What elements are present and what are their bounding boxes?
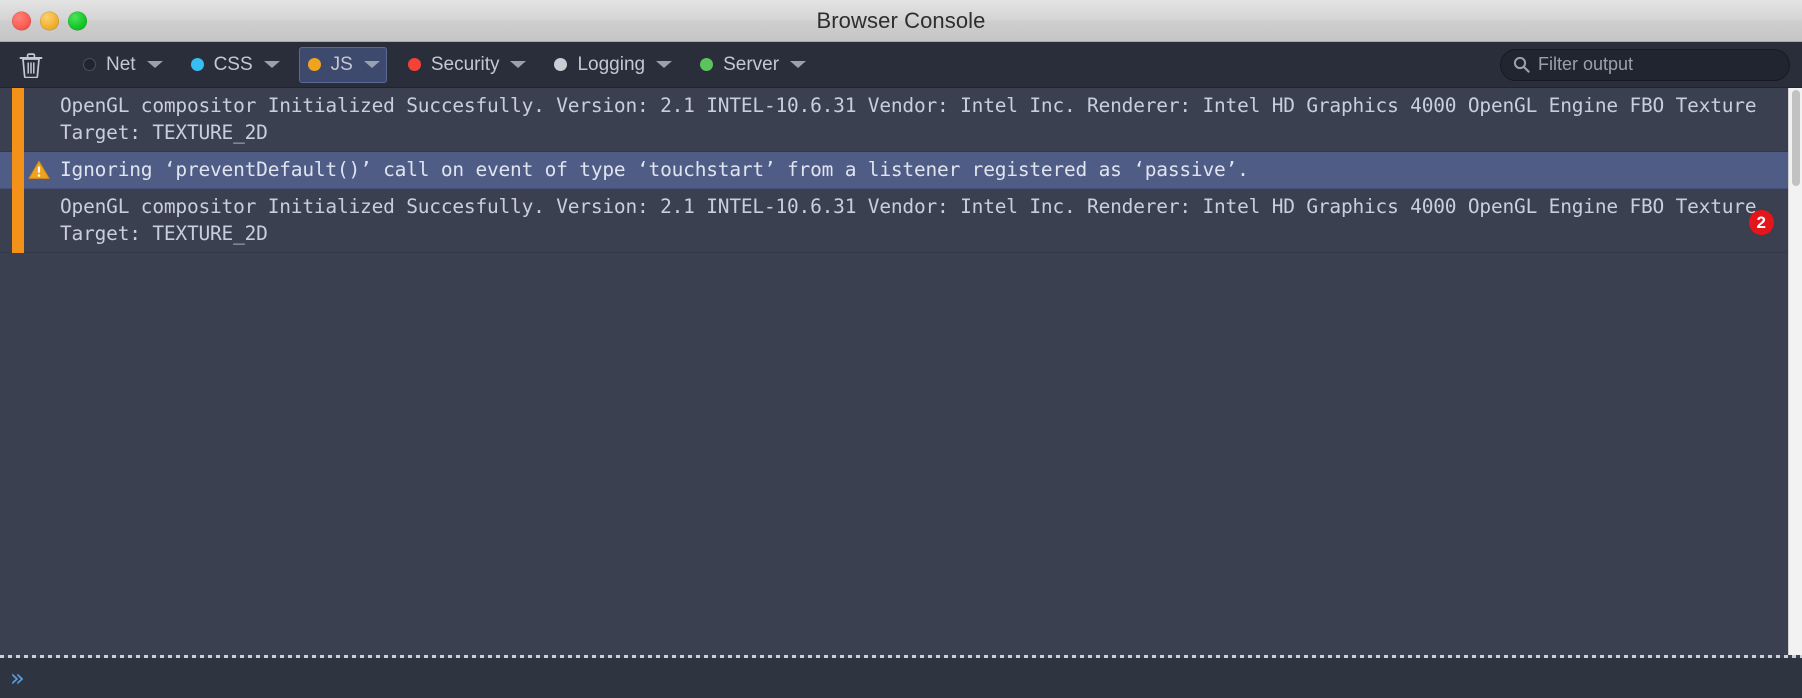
maximize-window-button[interactable] <box>68 11 87 30</box>
filter-button-server[interactable]: Server <box>691 47 813 83</box>
chevron-down-icon-logging[interactable] <box>656 61 673 68</box>
console-rows: OpenGL compositor Initialized Succesfull… <box>0 88 1802 253</box>
console-row-log[interactable]: OpenGL compositor Initialized Succesfull… <box>0 189 1802 253</box>
filter-button-logging[interactable]: Logging <box>545 47 679 83</box>
repeat-count-badge: 2 <box>1748 210 1774 235</box>
search-icon <box>1513 56 1530 73</box>
chevron-double-right-icon: » <box>10 664 25 692</box>
filter-label-security: Security <box>430 53 500 75</box>
chevron-down-icon-js[interactable] <box>363 61 380 68</box>
chevron-down-icon-server[interactable] <box>790 61 807 68</box>
filter-label-net: Net <box>106 53 136 75</box>
filter-label-logging: Logging <box>577 53 646 75</box>
filter-label-server: Server <box>723 53 780 75</box>
minimize-window-button[interactable] <box>40 11 59 30</box>
console-message: OpenGL compositor Initialized Succesfull… <box>60 195 1768 245</box>
console-output[interactable]: OpenGL compositor Initialized Succesfull… <box>0 88 1802 655</box>
titlebar: Browser Console <box>0 0 1802 42</box>
css-status-dot <box>190 58 204 71</box>
search-input[interactable] <box>1538 54 1777 75</box>
vertical-scrollbar-thumb[interactable] <box>1792 90 1800 186</box>
filter-label-css: CSS <box>213 53 253 75</box>
console-input[interactable] <box>34 666 1802 690</box>
server-status-dot <box>700 58 714 71</box>
window-controls <box>12 11 87 30</box>
filter-button-css[interactable]: CSS <box>182 47 287 83</box>
console-row-warning[interactable]: Ignoring ‘preventDefault()’ call on even… <box>0 152 1802 189</box>
console-prompt[interactable]: » <box>0 658 1802 698</box>
filter-button-js[interactable]: JS <box>298 46 387 83</box>
chevron-down-icon-css[interactable] <box>263 61 280 68</box>
chevron-down-icon-security[interactable] <box>510 61 527 68</box>
clear-output-button[interactable] <box>10 47 52 83</box>
vertical-scrollbar[interactable] <box>1788 88 1802 655</box>
console-toolbar: Net CSS JS Security Logging Server Filte… <box>0 42 1802 88</box>
console-message: Ignoring ‘preventDefault()’ call on even… <box>60 158 1249 181</box>
console-row-log[interactable]: OpenGL compositor Initialized Succesfull… <box>0 88 1802 152</box>
browser-console-window: Browser Console Net CSS JS Security Logg… <box>0 0 1802 698</box>
js-status-dot <box>307 58 321 71</box>
filter-output-search[interactable] <box>1500 48 1790 81</box>
close-window-button[interactable] <box>12 11 31 30</box>
row-gutter <box>0 92 60 146</box>
console-message: OpenGL compositor Initialized Succesfull… <box>60 94 1768 144</box>
logging-status-dot <box>554 58 568 71</box>
row-gutter <box>0 193 60 247</box>
filter-button-security[interactable]: Security <box>399 47 534 83</box>
trash-icon <box>19 52 43 78</box>
window-title: Browser Console <box>816 7 986 33</box>
warning-triangle-icon <box>28 160 50 179</box>
filter-button-net[interactable]: Net <box>74 47 170 83</box>
security-status-dot <box>407 58 421 71</box>
row-gutter <box>0 156 60 183</box>
chevron-down-icon-net[interactable] <box>146 61 163 68</box>
net-status-dot <box>83 58 96 71</box>
filter-label-js: JS <box>330 53 353 75</box>
